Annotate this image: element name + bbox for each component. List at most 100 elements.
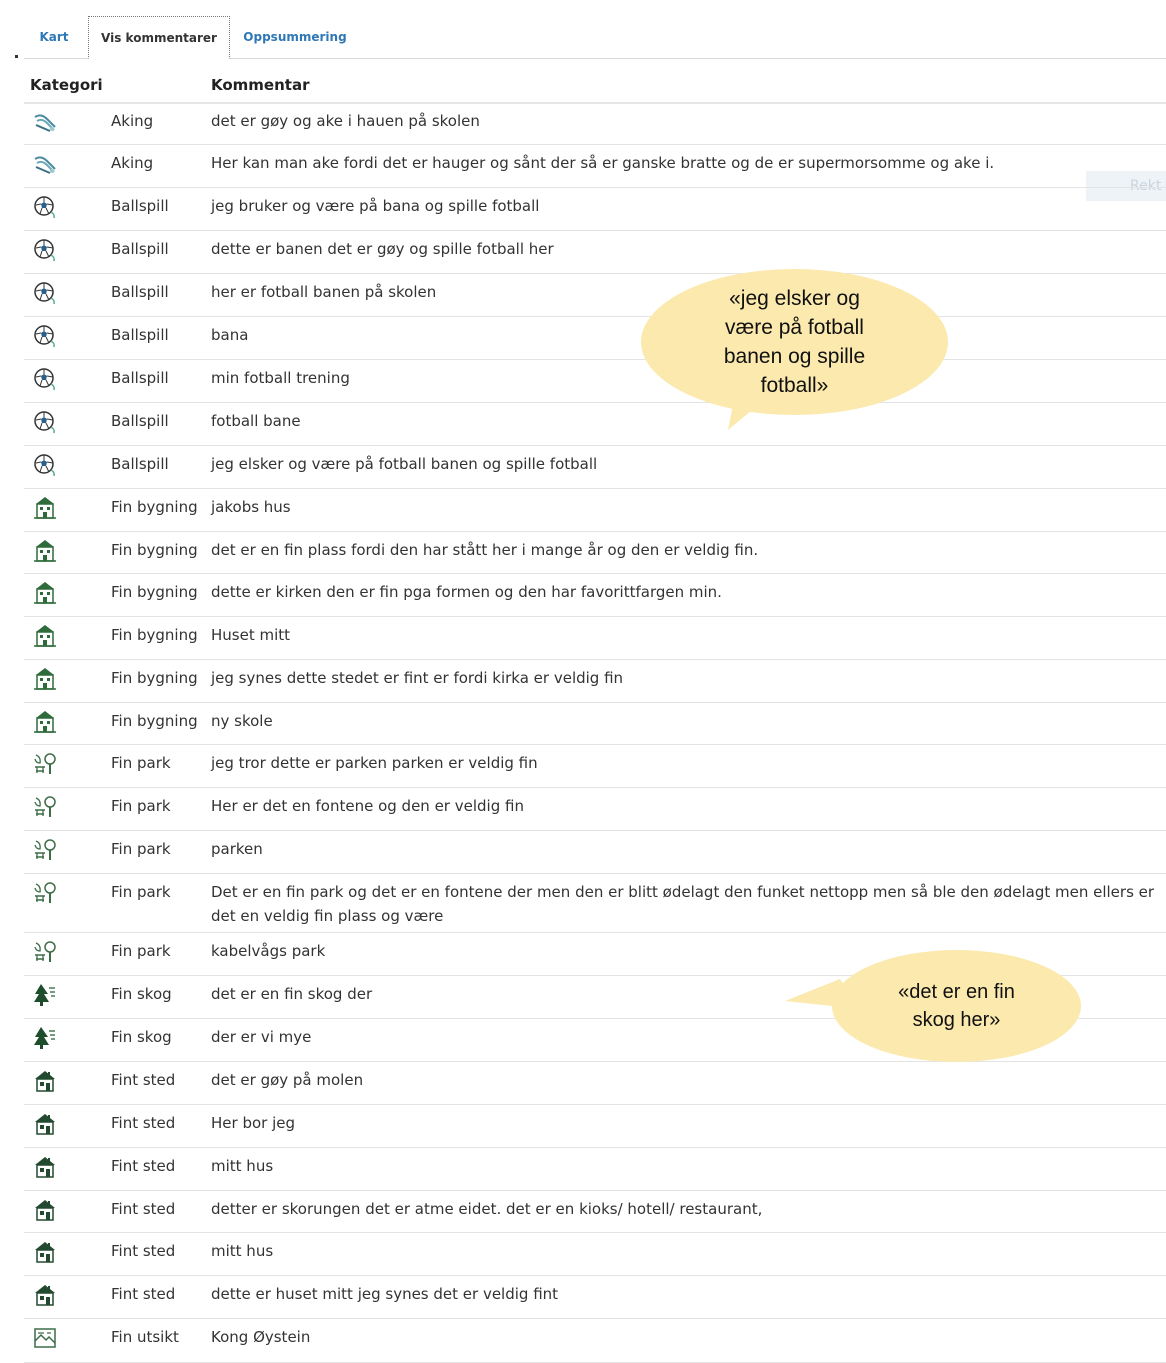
row-category: Ballspill bbox=[111, 326, 169, 344]
table-row[interactable]: Fin park Det er en fin park og det er en … bbox=[24, 873, 1166, 933]
tab-kart[interactable]: Kart bbox=[32, 16, 76, 58]
row-comment: detter er skorungen det er atme eidet. d… bbox=[211, 1200, 763, 1218]
table-row[interactable]: Ballspill her er fotball banen på skolen bbox=[24, 273, 1166, 317]
park-icon bbox=[32, 880, 58, 906]
sled-icon bbox=[32, 109, 58, 135]
row-comment: dette er kirken den er fin pga formen og… bbox=[211, 583, 722, 601]
row-category: Fint sted bbox=[111, 1242, 176, 1260]
callout-line: fotball» bbox=[760, 374, 829, 397]
row-category: Ballspill bbox=[111, 412, 169, 430]
row-comment: det er gøy på molen bbox=[211, 1071, 364, 1089]
row-category: Fin bygning bbox=[111, 626, 198, 644]
table-row[interactable]: Ballspill jeg bruker og være på bana og s… bbox=[24, 187, 1166, 231]
football-icon bbox=[32, 323, 58, 349]
table-row[interactable]: Ballspill min fotball trening bbox=[24, 359, 1166, 403]
table-row[interactable]: Fin park Her er det en fontene og den er … bbox=[24, 787, 1166, 831]
row-category: Ballspill bbox=[111, 240, 169, 258]
row-comment: jeg tror dette er parken parken er veldi… bbox=[211, 754, 538, 772]
row-category: Fin utsikt bbox=[111, 1328, 179, 1346]
callout-line: være på fotball bbox=[725, 316, 864, 339]
football-icon bbox=[32, 452, 58, 478]
edge-marker bbox=[15, 55, 18, 58]
table-row[interactable]: Fin bygning jeg synes dette stedet er fin… bbox=[24, 659, 1166, 703]
row-category: Aking bbox=[111, 112, 154, 130]
row-category: Fin bygning bbox=[111, 712, 198, 730]
row-category: Fint sted bbox=[111, 1071, 176, 1089]
building-icon bbox=[32, 709, 58, 735]
table-row[interactable]: Fint sted detter er skorungen det er atme… bbox=[24, 1190, 1166, 1233]
callout-forest: «det er en fin skog her» bbox=[832, 950, 1081, 1062]
row-category: Fin bygning bbox=[111, 541, 198, 559]
row-category: Fint sted bbox=[111, 1285, 176, 1303]
building-icon bbox=[32, 538, 58, 564]
table-row[interactable]: Fint sted det er gøy på molen bbox=[24, 1061, 1166, 1105]
row-category: Fin bygning bbox=[111, 669, 198, 687]
row-comment: jakobs hus bbox=[211, 498, 291, 516]
table-row[interactable]: Fin bygning dette er kirken den er fin pg… bbox=[24, 573, 1166, 617]
column-header-comment[interactable]: Kommentar bbox=[211, 76, 309, 94]
row-category: Fint sted bbox=[111, 1200, 176, 1218]
table-row[interactable]: Fin bygning Huset mitt bbox=[24, 616, 1166, 660]
house-icon bbox=[32, 1197, 58, 1223]
row-comment: det er en fin plass fordi den har stått … bbox=[211, 541, 759, 559]
tab-bar: Kart Vis kommentarer Oppsummering bbox=[24, 16, 1166, 59]
row-category: Fin skog bbox=[111, 1028, 172, 1046]
row-category: Fint sted bbox=[111, 1157, 176, 1175]
table-row[interactable]: Ballspill bana bbox=[24, 316, 1166, 360]
row-comment: jeg bruker og være på bana og spille fot… bbox=[211, 197, 540, 215]
row-comment: Her kan man ake fordi det er hauger og s… bbox=[211, 154, 995, 172]
building-icon bbox=[32, 623, 58, 649]
house-icon bbox=[32, 1282, 58, 1308]
row-category: Ballspill bbox=[111, 369, 169, 387]
table-row[interactable]: Fint sted mitt hus bbox=[24, 1232, 1166, 1276]
football-icon bbox=[32, 237, 58, 263]
row-category: Aking bbox=[111, 154, 154, 172]
row-category: Fin park bbox=[111, 754, 171, 772]
column-header-category[interactable]: Kategori bbox=[30, 76, 103, 94]
table-row[interactable]: Ballspill fotball bane bbox=[24, 402, 1166, 446]
row-category: Fin park bbox=[111, 797, 171, 815]
callout-line: «det er en fin bbox=[898, 981, 1015, 1003]
row-category: Fin bygning bbox=[111, 583, 198, 601]
row-comment: mitt hus bbox=[211, 1157, 274, 1175]
table-row[interactable]: Fin bygning det er en fin plass fordi den… bbox=[24, 531, 1166, 574]
row-category: Ballspill bbox=[111, 197, 169, 215]
forest-icon bbox=[32, 982, 58, 1008]
house-icon bbox=[32, 1154, 58, 1180]
table-row[interactable]: Fin utsikt Kong Øystein bbox=[24, 1318, 1166, 1363]
park-icon bbox=[32, 837, 58, 863]
table-row[interactable]: Fint sted mitt hus bbox=[24, 1147, 1166, 1191]
row-comment: Her bor jeg bbox=[211, 1114, 295, 1132]
tab-vis-kommentarer[interactable]: Vis kommentarer bbox=[88, 16, 230, 59]
table-row[interactable]: Fin bygning ny skole bbox=[24, 702, 1166, 745]
table-row[interactable]: Aking det er gøy og ake i hauen på skolen bbox=[24, 102, 1166, 145]
table-row[interactable]: Fin park parken bbox=[24, 830, 1166, 874]
building-icon bbox=[32, 580, 58, 606]
football-icon bbox=[32, 280, 58, 306]
callout-football: «jeg elsker og være på fotball banen og … bbox=[641, 269, 948, 415]
row-comment: parken bbox=[211, 840, 263, 858]
table-row[interactable]: Ballspill dette er banen det er gøy og sp… bbox=[24, 230, 1166, 274]
forest-icon bbox=[32, 1025, 58, 1051]
table-row[interactable]: Fin bygning jakobs hus bbox=[24, 488, 1166, 532]
park-icon bbox=[32, 794, 58, 820]
table-row[interactable]: Aking Her kan man ake fordi det er hauger… bbox=[24, 144, 1166, 188]
table-row[interactable]: Ballspill jeg elsker og være på fotball b… bbox=[24, 445, 1166, 489]
row-comment: dette er huset mitt jeg synes det er vel… bbox=[211, 1285, 559, 1303]
football-icon bbox=[32, 366, 58, 392]
callout-line: banen og spille bbox=[723, 345, 866, 368]
row-category: Fin park bbox=[111, 942, 171, 960]
football-icon bbox=[32, 194, 58, 220]
row-category: Ballspill bbox=[111, 283, 169, 301]
callout-line: «jeg elsker og bbox=[729, 287, 860, 310]
row-comment: jeg elsker og være på fotball banen og s… bbox=[211, 455, 598, 473]
row-comment: Kong Øystein bbox=[211, 1328, 311, 1346]
view-icon bbox=[32, 1325, 58, 1351]
table-row[interactable]: Fint sted Her bor jeg bbox=[24, 1104, 1166, 1148]
row-category: Fin park bbox=[111, 883, 171, 901]
table-row[interactable]: Fin park jeg tror dette er parken parken … bbox=[24, 744, 1166, 788]
tab-oppsummering[interactable]: Oppsummering bbox=[236, 16, 354, 58]
row-category: Fin skog bbox=[111, 985, 172, 1003]
park-icon bbox=[32, 751, 58, 777]
table-row[interactable]: Fint sted dette er huset mitt jeg synes d… bbox=[24, 1275, 1166, 1319]
